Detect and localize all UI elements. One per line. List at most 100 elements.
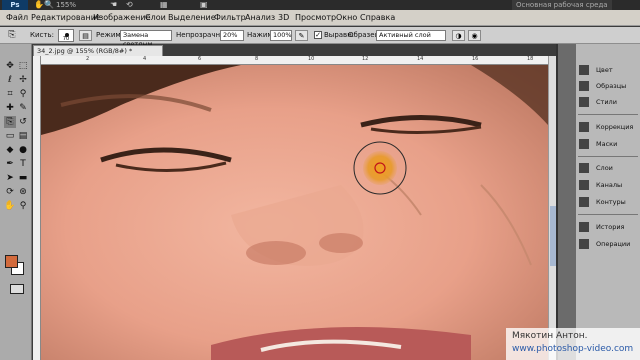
panel-history[interactable]: История	[576, 219, 640, 235]
shape-tool-icon[interactable]: ▬	[17, 172, 29, 184]
paths-panel-icon	[579, 197, 589, 207]
panel-actions[interactable]: Операции	[576, 236, 640, 252]
menu-analysis[interactable]: Анализ	[245, 10, 275, 26]
ruler-label: 14	[417, 56, 424, 62]
application-bar: Ps ✋ 🔍 155% ☚ ⟲ ▦ ▣ Основная рабочая сре…	[0, 0, 640, 10]
menu-help[interactable]: Справка	[360, 10, 395, 26]
panel-styles[interactable]: Стили	[576, 94, 640, 110]
clone-stamp-tool-icon[interactable]: ⎘	[4, 116, 16, 128]
brush-picker[interactable]: 70	[58, 29, 74, 42]
quick-select-tool-icon[interactable]: ✢	[17, 74, 29, 86]
opacity-field[interactable]: 20%	[220, 30, 244, 41]
history-panel-icon	[579, 222, 589, 232]
photoshop-logo: Ps	[2, 0, 28, 10]
menu-window[interactable]: Окно	[336, 10, 357, 26]
ruler-label: 2	[86, 56, 90, 62]
ruler-label: 12	[362, 56, 369, 62]
pen-tool-icon[interactable]: ✒	[4, 158, 16, 170]
type-tool-icon[interactable]: T	[17, 158, 29, 170]
quick-mask-button[interactable]	[10, 284, 24, 294]
ruler-label: 16	[472, 56, 479, 62]
crop-tool-icon[interactable]: ⌗	[4, 88, 16, 100]
pressure-size-button[interactable]: ◉	[468, 30, 481, 41]
panel-label: Каналы	[596, 181, 623, 189]
zoom-level[interactable]: 155%	[56, 0, 76, 10]
menu-view[interactable]: Просмотр	[295, 10, 336, 26]
panel-label: Маски	[596, 140, 618, 148]
lasso-tool-icon[interactable]: ℓ	[4, 74, 16, 86]
vertical-scrollbar[interactable]	[548, 56, 556, 360]
panel-color[interactable]: Цвет	[576, 62, 640, 78]
move-tool-icon[interactable]: ✥	[4, 60, 16, 72]
menu-3d[interactable]: 3D	[278, 10, 289, 26]
gradient-tool-icon[interactable]: ▤	[17, 130, 29, 142]
healing-tool-icon[interactable]: ✚	[4, 102, 16, 114]
menu-image[interactable]: Изображение	[93, 10, 151, 26]
panel-label: Коррекция	[596, 123, 634, 131]
vertical-ruler	[33, 56, 41, 360]
watermark-box: Мякотин Антон. www.photoshop-video.com	[506, 328, 640, 360]
panel-paths[interactable]: Контуры	[576, 194, 640, 210]
ruler-label: 10	[308, 56, 315, 62]
3d-rotate-tool-icon[interactable]: ⟳	[4, 186, 16, 198]
brush-panel-toggle[interactable]: ▤	[79, 30, 92, 41]
airbrush-button[interactable]: ✎	[295, 30, 308, 41]
menu-layers[interactable]: Слои	[145, 10, 166, 26]
zoom-icon[interactable]: 🔍	[44, 0, 54, 10]
mode-label: Режим:	[96, 31, 124, 39]
blur-tool-icon[interactable]: ◆	[4, 144, 16, 156]
layers-panel-icon	[579, 163, 589, 173]
options-bar: ⎘ Кисть: 70 ▤ Режим: Замена светлым Непр…	[0, 27, 640, 48]
eraser-tool-icon[interactable]: ▭	[4, 130, 16, 142]
hand-tool-icon-2[interactable]: ✋	[4, 200, 16, 212]
panel-label: Цвет	[596, 66, 613, 74]
hand-tool-icon[interactable]: ☚	[110, 0, 117, 10]
panel-adjustments[interactable]: Коррекция	[576, 119, 640, 135]
hand-icon[interactable]: ✋	[34, 0, 44, 10]
photoshop-window: Ps ✋ 🔍 155% ☚ ⟲ ▦ ▣ Основная рабочая сре…	[0, 0, 640, 360]
panel-swatches[interactable]: Образцы	[576, 78, 640, 94]
workspace-switcher[interactable]: Основная рабочая среда	[512, 0, 612, 10]
ignore-adjustment-layers-button[interactable]: ◑	[452, 30, 465, 41]
mode-select[interactable]: Замена светлым	[120, 30, 172, 48]
panel-label: Образцы	[596, 82, 627, 90]
adjustments-panel-icon	[579, 122, 589, 132]
panel-label: История	[596, 223, 625, 231]
stamp-tool-preset-icon[interactable]: ⎘	[6, 29, 18, 41]
history-brush-tool-icon[interactable]: ↺	[17, 116, 29, 128]
menu-select[interactable]: Выделение	[168, 10, 216, 26]
path-select-tool-icon[interactable]: ➤	[4, 172, 16, 184]
panel-layers[interactable]: Слои	[576, 160, 640, 176]
menu-edit[interactable]: Редактирование	[31, 10, 101, 26]
aligned-checkbox[interactable]: ✓	[314, 31, 322, 39]
dodge-tool-icon[interactable]: ●	[17, 144, 29, 156]
panels-dock: Цвет Образцы Стили Коррекция Маски Слои …	[576, 44, 640, 360]
zoom-tool-icon[interactable]: ⚲	[17, 200, 29, 212]
marquee-tool-icon[interactable]: ⬚	[17, 60, 29, 72]
panel-divider-line	[578, 156, 638, 157]
document-canvas[interactable]	[41, 65, 548, 360]
screen-mode-icon[interactable]: ▣	[200, 0, 208, 10]
3d-orbit-tool-icon[interactable]: ⊛	[17, 186, 29, 198]
eyedropper-tool-icon[interactable]: ⚲	[17, 88, 29, 100]
arrange-documents-icon[interactable]: ▦	[160, 0, 168, 10]
watermark-url: www.photoshop-video.com	[512, 344, 634, 354]
ruler-label: 18	[527, 56, 534, 62]
menu-file[interactable]: Файл	[6, 10, 28, 26]
document-tab[interactable]: 34_2.jpg @ 155% (RGB/8#) *	[33, 45, 163, 56]
menu-filter[interactable]: Фильтр	[214, 10, 246, 26]
panel-masks[interactable]: Маски	[576, 136, 640, 152]
styles-panel-icon	[579, 97, 589, 107]
swatches-panel-icon	[579, 81, 589, 91]
brush-label: Кисть:	[30, 31, 54, 39]
watermark-author: Мякотин Антон.	[512, 331, 588, 341]
rotate-view-icon[interactable]: ⟲	[126, 0, 133, 10]
brush-tool-icon[interactable]: ✎	[17, 102, 29, 114]
menu-bar: Файл Редактирование Изображение Слои Выд…	[0, 10, 640, 26]
ruler-label: 4	[143, 56, 147, 62]
brush-stroke-fill	[363, 151, 397, 185]
foreground-color-swatch[interactable]	[5, 255, 18, 268]
panel-channels[interactable]: Каналы	[576, 177, 640, 193]
pressure-field[interactable]: 100%	[270, 30, 292, 41]
sample-select[interactable]: Активный слой	[376, 30, 446, 41]
